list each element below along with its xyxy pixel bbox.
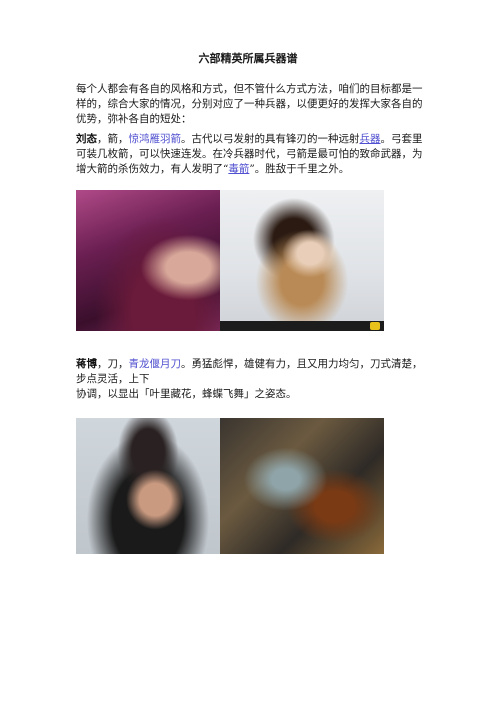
jiang-separator: ，刀， [97, 358, 129, 370]
jiang-text-2: 协调，以显出「叶里藏花，蜂蝶飞舞」之姿态。 [76, 388, 297, 400]
liu-paragraph: 刘态，箭，惊鸿雁羽箭。古代以弓发射的具有锋刃的一种远射兵器。弓套里可装几枚箭，可… [76, 132, 424, 177]
document-page: 六部精英所属兵器谱 每个人都会有各自的风格和方式，但不管什么方式方法，咱们的目标… [0, 0, 496, 702]
jiang-portrait-photo [76, 418, 220, 554]
liu-portrait-photo [76, 190, 220, 331]
poison-arrow-link[interactable]: 毒箭 [228, 163, 249, 175]
liu-weapon-link[interactable]: 惊鸿雁羽箭 [129, 133, 182, 145]
glaive-weapon-image [220, 418, 384, 554]
intro-paragraph: 每个人都会有各自的风格和方式，但不管什么方式方法，咱们的目标都是一样的，综合大家… [76, 83, 423, 125]
liu-text-3: ”。胜敌于千里之外。 [249, 163, 350, 175]
jiang-paragraph: 蒋博，刀，青龙偃月刀。勇猛彪悍，雄健有力，且又用力均匀，刀式清楚，步点灵活，上下… [76, 357, 424, 402]
image-caption-strip [220, 321, 384, 331]
jiang-name: 蒋博 [76, 358, 97, 370]
liu-name: 刘态 [76, 133, 97, 145]
archer-game-character-image [220, 190, 384, 331]
document-title: 六部精英所属兵器谱 [198, 52, 298, 65]
liu-separator: ，箭， [97, 133, 129, 145]
jiang-weapon-link[interactable]: 青龙偃月刀 [129, 358, 182, 370]
liu-text-1: 。古代以弓发射的具有锋刃的一种远射 [181, 133, 360, 145]
weapon-link[interactable]: 兵器 [360, 133, 381, 145]
watermark-logo-icon [370, 322, 380, 330]
